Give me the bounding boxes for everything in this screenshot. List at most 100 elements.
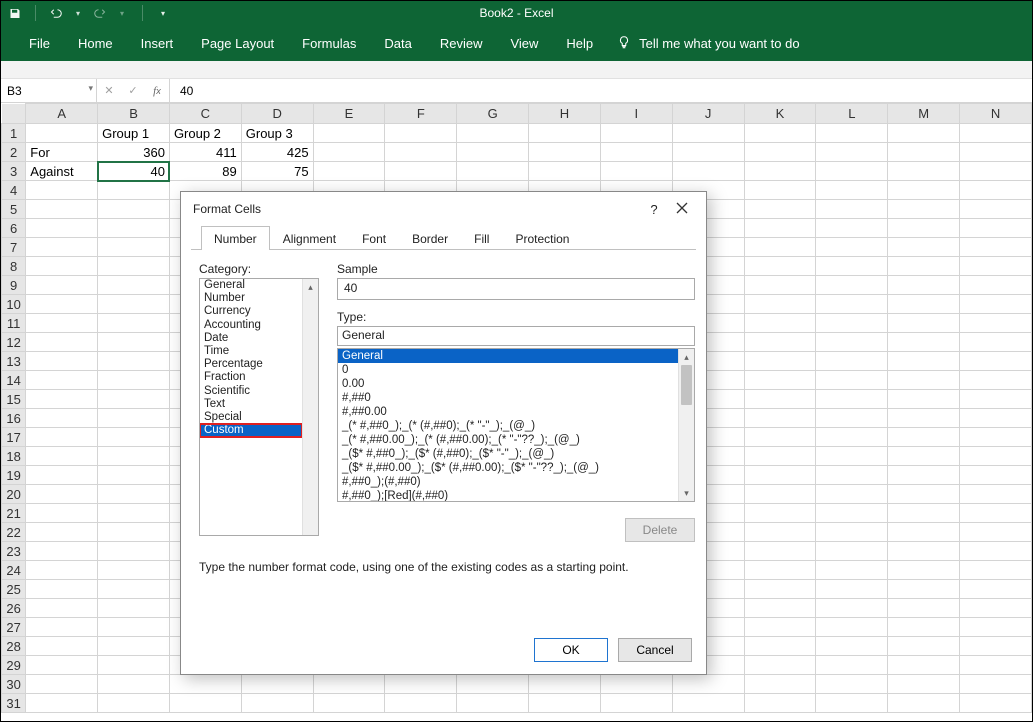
cell[interactable]: 360 [98,143,170,162]
row-header[interactable]: 9 [2,276,26,295]
cell[interactable] [98,333,170,352]
cell[interactable] [888,219,960,238]
scrollbar[interactable]: ▴ [302,279,318,535]
cell[interactable]: 75 [241,162,313,181]
row-header[interactable]: 13 [2,352,26,371]
cell[interactable] [744,504,816,523]
cell[interactable] [744,523,816,542]
chevron-down-icon[interactable]: ▾ [88,83,93,94]
cell[interactable] [816,219,888,238]
cell[interactable] [385,162,457,181]
type-item[interactable]: 0.00 [338,377,678,391]
cell[interactable] [960,447,1032,466]
cell[interactable]: Group 3 [241,124,313,143]
row-header[interactable]: 12 [2,333,26,352]
scroll-down-icon[interactable]: ▾ [679,485,694,501]
cell[interactable] [98,466,170,485]
category-item[interactable]: Date [200,332,302,345]
row-header[interactable]: 11 [2,314,26,333]
column-header[interactable]: B [98,104,170,124]
cell[interactable]: 425 [241,143,313,162]
enter-icon[interactable]: ✓ [121,84,145,97]
row-header[interactable]: 2 [2,143,26,162]
cell[interactable] [98,257,170,276]
cell[interactable] [816,618,888,637]
category-item[interactable]: Special [200,411,302,424]
cell[interactable] [888,124,960,143]
cell[interactable] [960,295,1032,314]
cell[interactable] [816,238,888,257]
cell[interactable] [672,694,744,713]
cell[interactable] [385,675,457,694]
cell[interactable] [26,599,98,618]
row-header[interactable]: 17 [2,428,26,447]
cell[interactable] [888,504,960,523]
cell[interactable] [960,504,1032,523]
cell[interactable] [816,124,888,143]
cell[interactable] [816,295,888,314]
cell[interactable] [960,599,1032,618]
cell[interactable] [816,314,888,333]
column-header[interactable]: I [600,104,672,124]
category-item[interactable]: Time [200,345,302,358]
cell[interactable] [672,675,744,694]
cell[interactable] [26,561,98,580]
column-header[interactable]: L [816,104,888,124]
cell[interactable] [600,675,672,694]
cell[interactable] [98,447,170,466]
cell[interactable] [457,124,529,143]
cell[interactable] [26,409,98,428]
cell[interactable] [98,637,170,656]
cell[interactable] [960,428,1032,447]
cell[interactable] [960,618,1032,637]
cell[interactable] [816,143,888,162]
cell[interactable] [816,257,888,276]
row-header[interactable]: 18 [2,447,26,466]
fx-icon[interactable]: fx [145,85,169,97]
cell[interactable] [744,219,816,238]
cell[interactable] [960,200,1032,219]
cell[interactable] [888,618,960,637]
save-icon[interactable] [9,7,21,19]
cell[interactable] [98,181,170,200]
cell[interactable] [98,675,170,694]
cell[interactable] [960,257,1032,276]
cell[interactable] [888,200,960,219]
cell[interactable] [816,637,888,656]
cell[interactable] [98,409,170,428]
cell[interactable] [529,162,601,181]
row-header[interactable]: 25 [2,580,26,599]
type-item[interactable]: #,##0 [338,391,678,405]
cell[interactable]: Against [26,162,98,181]
cell[interactable] [744,276,816,295]
cell[interactable] [888,580,960,599]
dialog-tab-border[interactable]: Border [399,226,461,250]
cell[interactable] [816,352,888,371]
cell[interactable] [313,694,385,713]
type-item[interactable]: #,##0_);(#,##0) [338,475,678,489]
cell[interactable] [960,656,1032,675]
cell[interactable] [960,466,1032,485]
row-header[interactable]: 28 [2,637,26,656]
cell[interactable] [744,143,816,162]
cell[interactable] [457,162,529,181]
cell[interactable] [529,675,601,694]
cell[interactable] [26,257,98,276]
cell[interactable] [600,143,672,162]
cell[interactable] [26,124,98,143]
cell[interactable] [816,485,888,504]
cell[interactable] [960,276,1032,295]
tab-insert[interactable]: Insert [127,25,188,61]
cell[interactable]: 89 [169,162,241,181]
delete-button[interactable]: Delete [625,518,695,542]
cell[interactable] [960,409,1032,428]
column-header[interactable]: M [888,104,960,124]
cell[interactable] [744,314,816,333]
cell[interactable] [816,675,888,694]
cell[interactable] [98,656,170,675]
cell[interactable] [888,675,960,694]
cell[interactable] [816,181,888,200]
cell[interactable] [816,276,888,295]
cell[interactable] [98,428,170,447]
cell[interactable] [960,124,1032,143]
